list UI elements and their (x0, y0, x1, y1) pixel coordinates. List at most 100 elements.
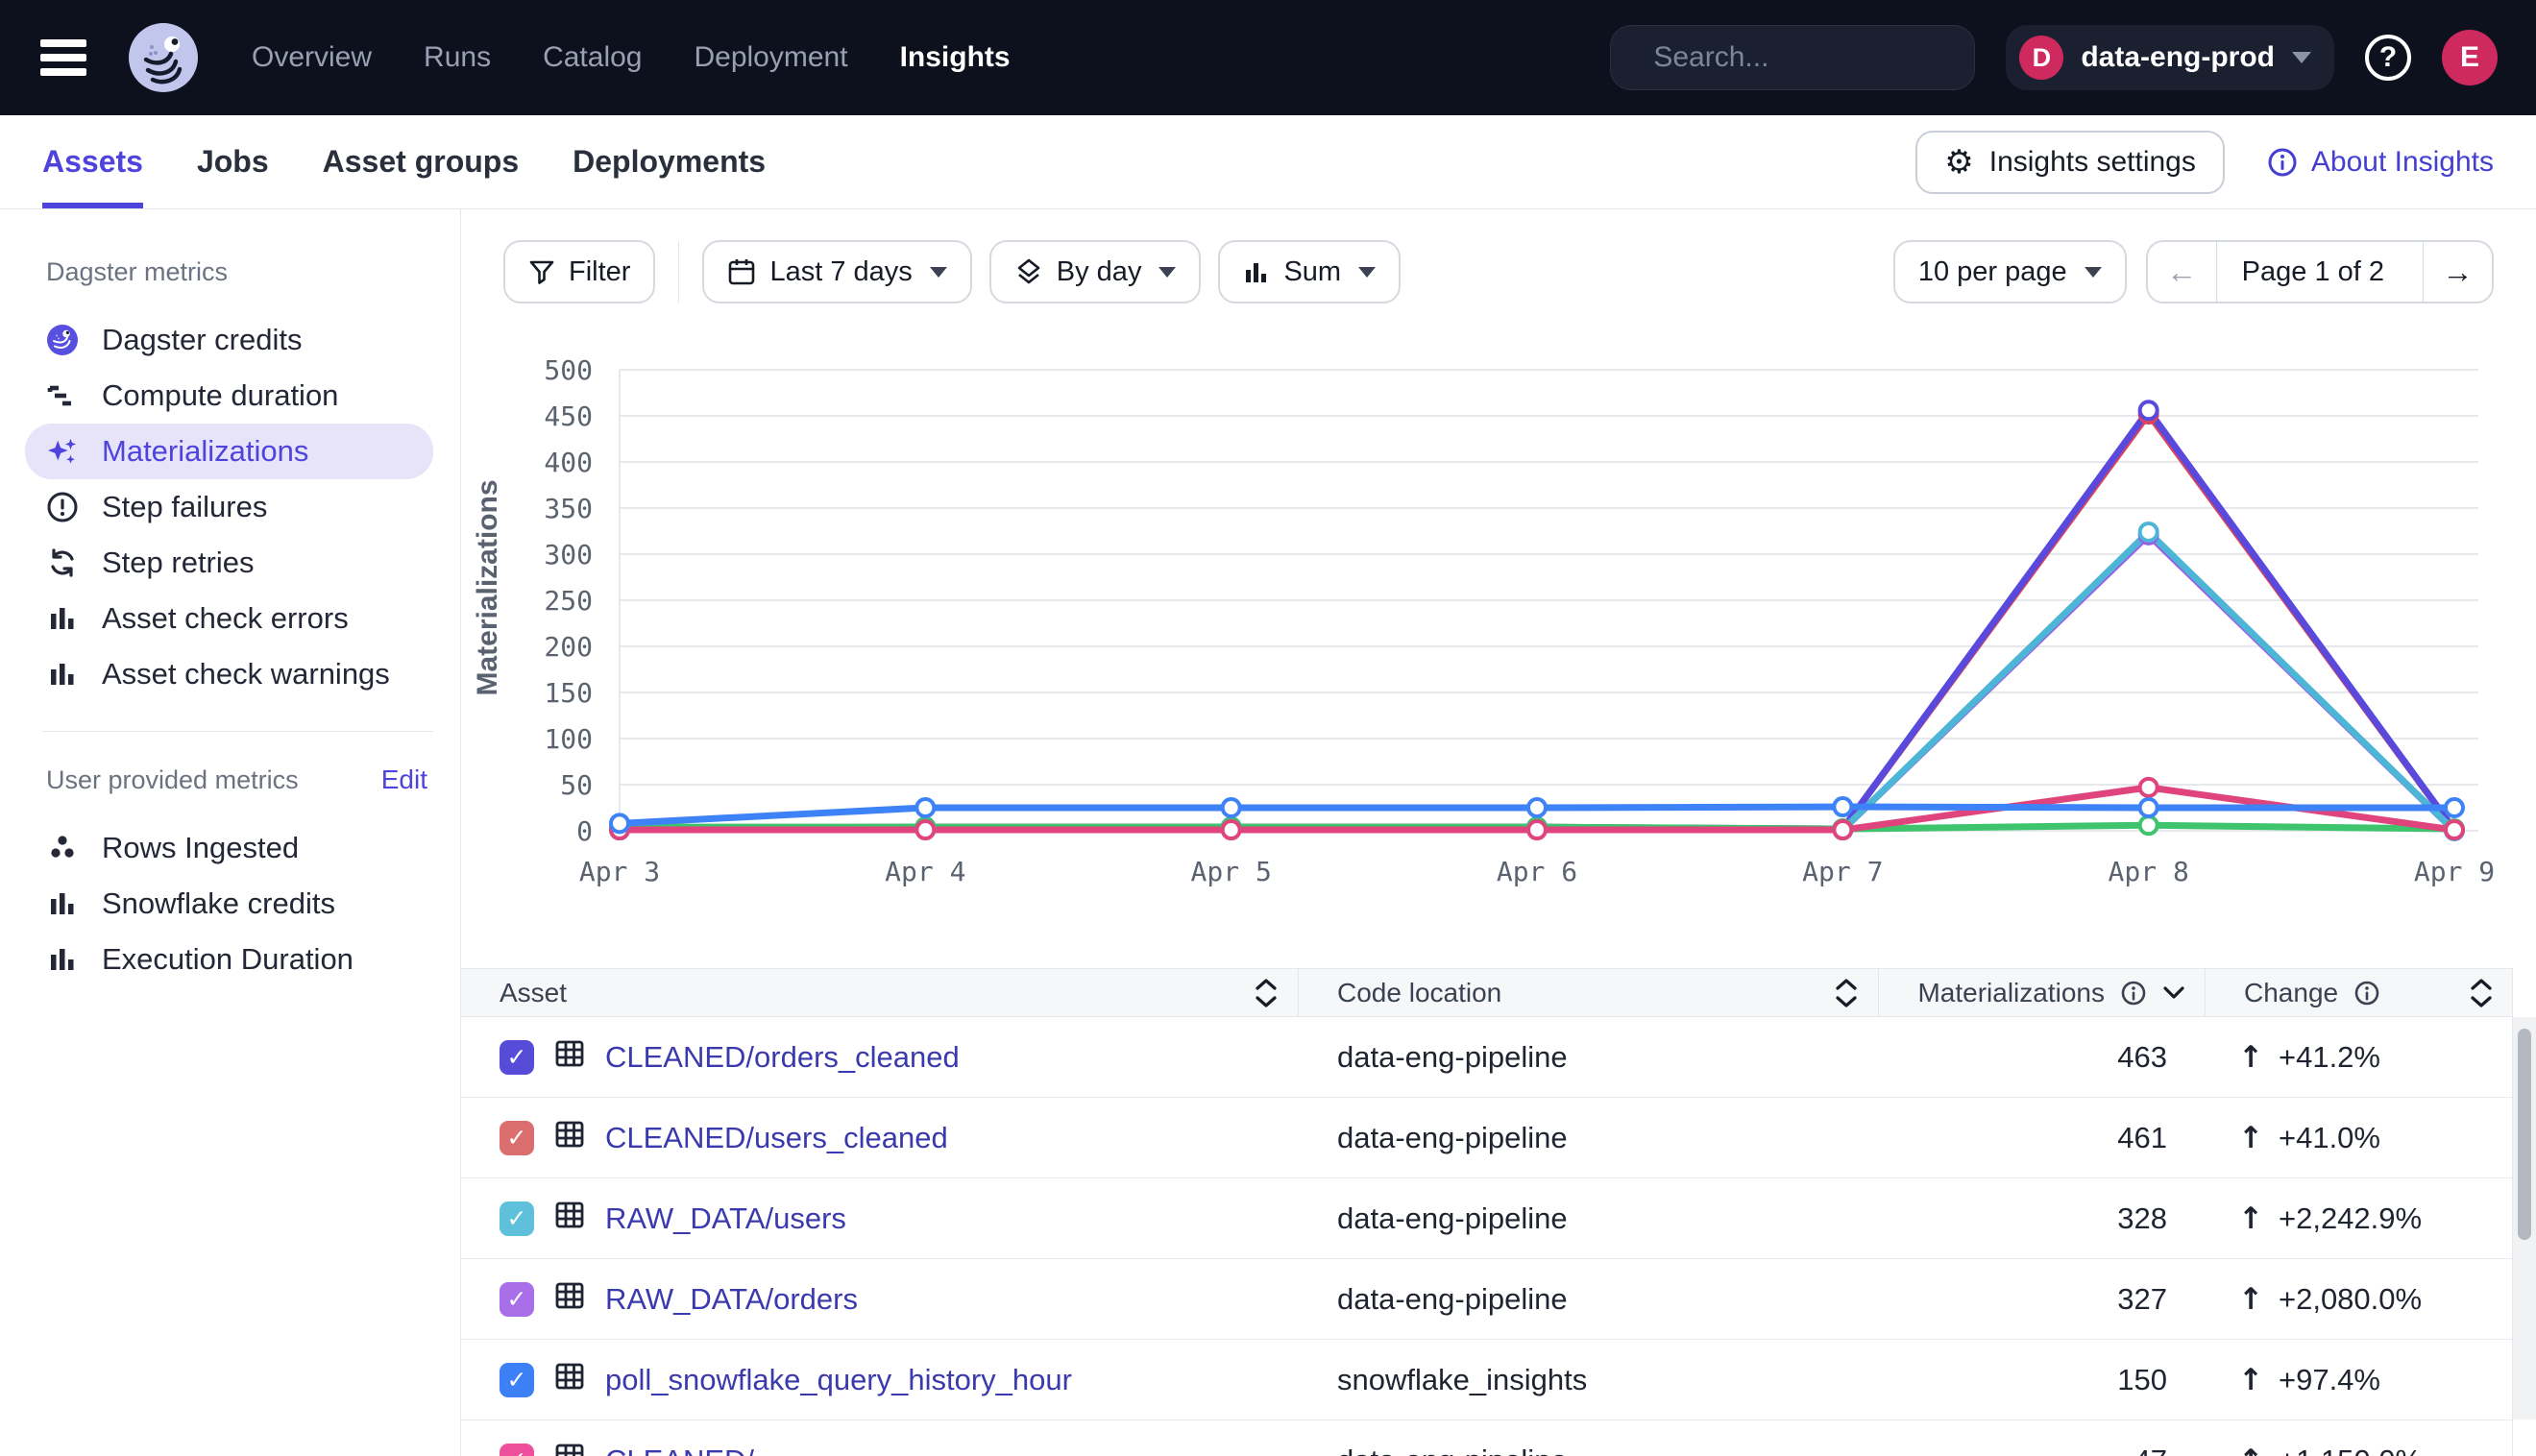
tab-deployments[interactable]: Deployments (573, 115, 766, 208)
search-input[interactable] (1653, 41, 2024, 74)
scrollbar-thumb[interactable] (2518, 1029, 2531, 1240)
group-by-button[interactable]: By day (989, 240, 1202, 303)
sidebar-item-step-retries[interactable]: Step retries (25, 535, 433, 591)
sidebar-item-rows-ingested[interactable]: Rows Ingested (25, 820, 433, 876)
asset-link[interactable]: CLEANED/orders_cleaned (605, 1040, 960, 1075)
arrow-up-icon: ↑ (2238, 1040, 2263, 1075)
tab-asset-groups[interactable]: Asset groups (323, 115, 519, 208)
sidebar-item-materializations[interactable]: Materializations (25, 424, 433, 479)
svg-text:250: 250 (544, 585, 593, 617)
asset-table-icon (553, 1279, 586, 1320)
materializations-cell: 328 (1879, 1178, 2206, 1258)
chevron-down-icon (1358, 267, 1376, 278)
dagster-logo-icon[interactable] (127, 21, 200, 94)
nav-link-insights[interactable]: Insights (900, 41, 1011, 74)
arrow-up-icon: ↑ (2238, 1444, 2263, 1456)
sidebar-item-label: Asset check errors (102, 601, 349, 636)
asset-link[interactable]: RAW_DATA/orders (605, 1282, 858, 1317)
sidebar-item-asset-check-warnings[interactable]: Asset check warnings (25, 646, 433, 702)
asset-table-icon (553, 1199, 586, 1239)
svg-text:Apr 6: Apr 6 (1497, 856, 1577, 887)
per-page-button[interactable]: 10 per page (1893, 240, 2127, 303)
table-scrollbar (2513, 1017, 2536, 1420)
sort-icon[interactable] (1834, 977, 1859, 1009)
info-icon (2353, 980, 2380, 1007)
nav-link-overview[interactable]: Overview (252, 41, 372, 74)
row-checkbox[interactable]: ✓ (500, 1444, 534, 1456)
workspace-switcher[interactable]: D data-eng-prod (2006, 25, 2334, 90)
tab-jobs[interactable]: Jobs (197, 115, 269, 208)
user-avatar[interactable]: E (2442, 30, 2498, 85)
sidebar-divider (42, 731, 433, 732)
row-checkbox[interactable]: ✓ (500, 1282, 534, 1317)
svg-text:Apr 7: Apr 7 (1802, 856, 1883, 887)
about-insights-link[interactable]: About Insights (2267, 146, 2494, 179)
change-cell: ↑+41.2% (2206, 1017, 2513, 1097)
table-row: ✓ poll_snowflake_query_history_hour snowfl… (461, 1340, 2512, 1420)
change-cell: ↑+1,150.0% (2206, 1420, 2513, 1456)
search-box[interactable]: / (1610, 25, 1975, 90)
svg-text:50: 50 (560, 769, 593, 801)
sidebar-item-snowflake-credits[interactable]: Snowflake credits (25, 876, 433, 932)
date-range-button[interactable]: Last 7 days (702, 240, 971, 303)
svg-text:500: 500 (544, 354, 593, 386)
calendar-icon (727, 257, 756, 286)
table-row: ✓CLEANED/…data-eng-pipeline47↑+1,150.0% (461, 1420, 2512, 1456)
chevron-down-icon (2292, 52, 2311, 63)
insights-page: OverviewRunsCatalogDeploymentInsights / … (0, 0, 2536, 1456)
nav-link-catalog[interactable]: Catalog (543, 41, 642, 74)
svg-text:300: 300 (544, 539, 593, 570)
bar-chart-icon (1243, 258, 1270, 285)
arrow-up-icon: ↑ (2238, 1282, 2263, 1317)
aggregation-button[interactable]: Sum (1218, 240, 1401, 303)
duration-icon (46, 379, 79, 412)
row-checkbox[interactable]: ✓ (500, 1040, 534, 1075)
tab-assets[interactable]: Assets (42, 115, 143, 208)
nav-link-deployment[interactable]: Deployment (694, 41, 847, 74)
asset-link[interactable]: CLEANED/users_cleaned (605, 1121, 948, 1155)
asset-table-icon (553, 1037, 586, 1078)
chart-canvas: 050100150200250300350400450500Apr 3Apr 4… (461, 317, 2536, 951)
column-header-asset[interactable]: Asset (461, 969, 1299, 1016)
sidebar-item-dagster-credits[interactable]: Dagster credits (25, 312, 433, 368)
asset-link[interactable]: poll_snowflake_query_history_hour (605, 1363, 1072, 1397)
sidebar-item-execution-duration[interactable]: Execution Duration (25, 932, 433, 987)
next-page-button[interactable]: → (2423, 242, 2492, 302)
change-cell: ↑+2,080.0% (2206, 1259, 2513, 1339)
asset-link[interactable]: CLEANED/… (605, 1444, 784, 1456)
dots-icon (46, 832, 79, 864)
table-row: ✓RAW_DATA/usersdata-eng-pipeline328↑+2,2… (461, 1178, 2512, 1259)
prev-page-button[interactable]: ← (2148, 242, 2217, 302)
column-header-materializations[interactable]: Materializations (1879, 969, 2206, 1016)
filter-button[interactable]: Filter (503, 240, 655, 303)
column-header-code-location[interactable]: Code location (1299, 969, 1879, 1016)
sidebar-item-label: Compute duration (102, 378, 338, 413)
chevron-down-icon[interactable] (2162, 985, 2185, 1001)
svg-text:450: 450 (544, 400, 593, 432)
page-indicator-button[interactable]: Page 1 of 2 (2217, 242, 2423, 302)
nav-link-runs[interactable]: Runs (424, 41, 491, 74)
sort-icon[interactable] (2469, 977, 2494, 1009)
row-checkbox[interactable]: ✓ (500, 1121, 534, 1155)
sort-icon[interactable] (1254, 977, 1279, 1009)
sidebar-item-step-failures[interactable]: Step failures (25, 479, 433, 535)
sidebar-item-compute-duration[interactable]: Compute duration (25, 368, 433, 424)
row-checkbox[interactable]: ✓ (500, 1363, 534, 1397)
asset-link[interactable]: RAW_DATA/users (605, 1201, 846, 1236)
arrow-up-icon: ↑ (2238, 1363, 2263, 1397)
svg-text:350: 350 (544, 493, 593, 524)
row-checkbox[interactable]: ✓ (500, 1201, 534, 1236)
svg-text:0: 0 (576, 815, 593, 847)
column-header-change[interactable]: Change (2206, 969, 2513, 1016)
help-icon[interactable]: ? (2365, 35, 2411, 81)
sidebar-item-label: Step retries (102, 546, 255, 580)
insights-settings-button[interactable]: ⚙ Insights settings (1915, 131, 2225, 194)
hamburger-menu-icon[interactable] (38, 37, 88, 78)
code-location-cell: data-eng-pipeline (1299, 1017, 1879, 1097)
sidebar-item-label: Asset check warnings (102, 657, 390, 692)
table-header: Asset Code location Materializations (461, 969, 2512, 1017)
assets-table: Asset Code location Materializations (461, 968, 2536, 1420)
sidebar-item-asset-check-errors[interactable]: Asset check errors (25, 591, 433, 646)
edit-metrics-link[interactable]: Edit (381, 764, 427, 795)
code-location-cell: snowflake_insights (1299, 1340, 1879, 1420)
